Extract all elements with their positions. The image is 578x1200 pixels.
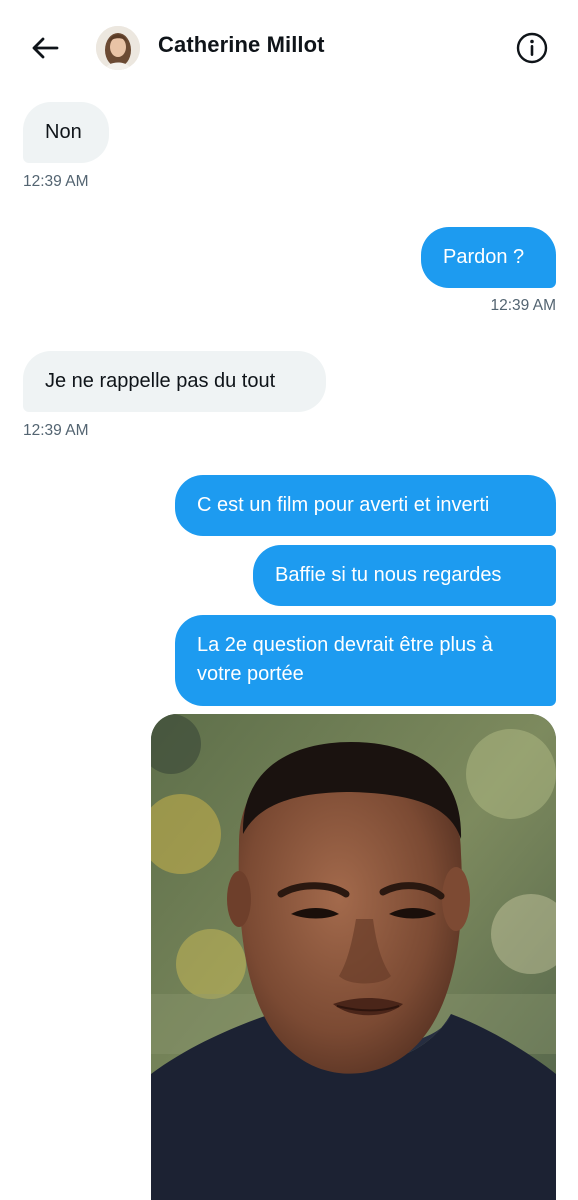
dm-conversation-screen: Catherine Millot Non 12:39 AM Pardon ? 1… — [0, 0, 578, 1200]
info-circle-icon — [516, 32, 548, 64]
message-timestamp: 12:39 AM — [23, 173, 89, 190]
message-bubble-received[interactable]: Non — [23, 102, 109, 163]
contact-name[interactable]: Catherine Millot — [158, 32, 325, 58]
message-text: Baffie si tu nous regardes — [275, 564, 502, 586]
message-text: C est un film pour averti et inverti — [197, 494, 490, 516]
message-text: Non — [45, 121, 82, 143]
info-button[interactable] — [516, 32, 548, 64]
conversation-header: Catherine Millot — [0, 0, 578, 96]
arrow-left-icon — [32, 37, 59, 59]
message-timestamp: 12:39 AM — [490, 297, 557, 314]
message-bubble-sent[interactable]: Baffie si tu nous regardes — [253, 545, 556, 606]
message-timestamp: 12:39 AM — [23, 422, 89, 439]
back-button[interactable] — [26, 30, 64, 66]
message-bubble-sent[interactable]: Pardon ? — [421, 227, 556, 288]
message-bubble-sent[interactable]: La 2e question devrait être plus à votre… — [175, 615, 556, 706]
message-text: La 2e question devrait être plus à votre… — [197, 634, 493, 685]
message-bubble-received[interactable]: Je ne rappelle pas du tout — [23, 351, 326, 412]
message-bubble-sent[interactable]: C est un film pour averti et inverti — [175, 475, 556, 536]
message-text: Je ne rappelle pas du tout — [45, 370, 276, 392]
avatar-image — [96, 26, 140, 70]
photo-image — [151, 714, 556, 1200]
avatar[interactable] — [96, 26, 140, 70]
media-attachment-photo[interactable] — [151, 714, 556, 1200]
message-text: Pardon ? — [443, 246, 525, 268]
